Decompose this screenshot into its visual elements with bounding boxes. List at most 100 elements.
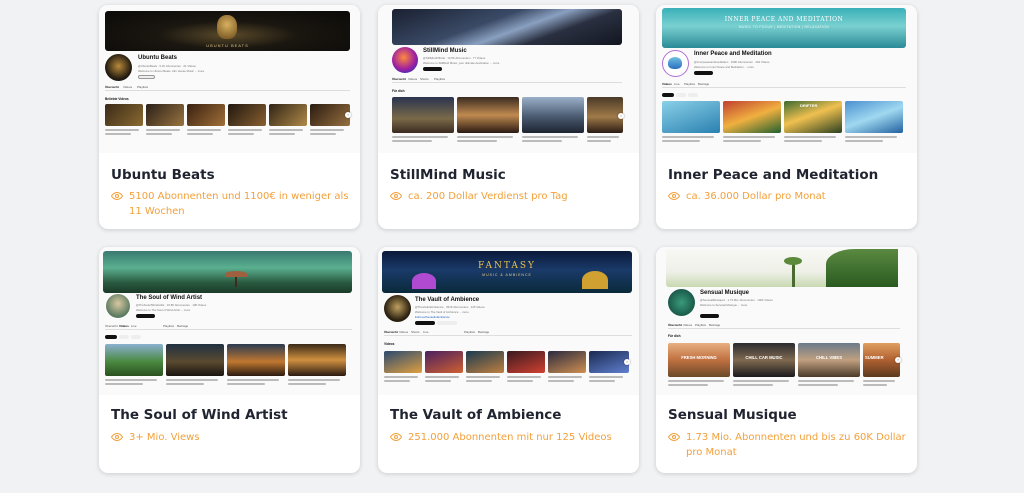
avatar[interactable] [392, 47, 418, 73]
filter-chip[interactable] [131, 335, 141, 339]
video-thumbnail[interactable] [146, 104, 184, 126]
stat-text: 1.73 Mio. Abonnenten und bis zu 60K Doll… [686, 432, 906, 458]
tab[interactable]: Videos [399, 330, 408, 334]
subscribe-button[interactable] [138, 75, 155, 79]
video-thumbnail[interactable] [105, 344, 163, 376]
tab[interactable]: Beiträge [709, 323, 720, 327]
tab[interactable]: Videos [119, 324, 129, 328]
eye-icon [390, 191, 402, 201]
chevron-right-icon[interactable]: › [345, 112, 351, 118]
tab[interactable]: Beiträge [177, 324, 188, 328]
tab[interactable]: Übersicht [105, 85, 119, 89]
tab[interactable]: Playlists [137, 85, 148, 89]
tab[interactable]: Videos [662, 82, 672, 86]
tab[interactable]: Videos [123, 85, 132, 89]
channel-card[interactable]: StillMind Music @StillMindOfficial · 10,… [378, 5, 639, 229]
subscribe-button[interactable] [423, 67, 442, 71]
tab[interactable]: Videos [683, 323, 692, 327]
tab[interactable]: Übersicht [384, 330, 398, 334]
filter-chip[interactable] [662, 93, 674, 97]
video-thumbnail[interactable] [269, 104, 307, 126]
tab[interactable]: Playlists [684, 82, 695, 86]
video-thumbnail[interactable] [723, 101, 781, 133]
filter-chip[interactable] [105, 335, 117, 339]
subscribe-button[interactable] [694, 71, 713, 75]
tab[interactable]: Playlists [434, 77, 445, 81]
tab[interactable]: Playlists [464, 330, 475, 334]
video-thumbnail[interactable]: DRIFTER [784, 101, 842, 133]
video-thumbnail[interactable] [845, 101, 903, 133]
video-thumbnail[interactable] [507, 351, 545, 373]
avatar[interactable] [105, 293, 131, 319]
video-thumbnail[interactable] [187, 104, 225, 126]
thumbnail-label: FRESH MORNING [681, 355, 717, 360]
card-title: StillMind Music [390, 167, 506, 183]
chevron-right-icon[interactable]: › [618, 113, 624, 119]
section-title: Für dich [668, 334, 681, 338]
channel-card[interactable]: Sensual Musique @SensualMusique1 · 1,73 … [656, 247, 917, 473]
filter-chip[interactable] [119, 335, 129, 339]
video-thumbnail[interactable] [392, 97, 454, 133]
subscribe-button[interactable] [700, 314, 719, 318]
video-thumbnail[interactable] [548, 351, 586, 373]
avatar[interactable] [105, 54, 132, 81]
channel-name: Inner Peace and Meditation [694, 51, 772, 57]
stat-text: ca. 36.000 Dollar pro Monat [686, 191, 826, 202]
stat-text: 5100 Abonnenten und 1100€ in weniger als… [129, 191, 349, 217]
video-thumbnail[interactable] [522, 97, 584, 133]
card-title: The Soul of Wind Artist [111, 407, 288, 423]
channel-card[interactable]: UBUNTU BEATS Ubuntu Beats @UbuntuBeats ·… [99, 5, 360, 229]
avatar[interactable] [384, 295, 411, 322]
filter-chip[interactable] [688, 93, 698, 97]
mask-image [217, 15, 237, 39]
tab[interactable]: Shorts [420, 77, 429, 81]
video-thumbnail[interactable]: FRESH MORNING [668, 343, 730, 377]
tab[interactable]: Shorts [411, 330, 420, 334]
tab[interactable]: Beiträge [478, 330, 489, 334]
tab[interactable]: Live [674, 82, 680, 86]
video-thumbnail[interactable] [228, 104, 266, 126]
subscribe-button[interactable] [415, 321, 435, 325]
video-thumbnail[interactable] [288, 344, 346, 376]
tab[interactable]: Videos [408, 77, 417, 81]
tab[interactable]: Playlists [695, 323, 706, 327]
video-thumbnail[interactable] [384, 351, 422, 373]
tab[interactable]: Playlists [163, 324, 174, 328]
tab[interactable]: Beiträge [698, 82, 709, 86]
card-title: The Vault of Ambience [390, 407, 562, 423]
channel-name: Sensual Musique [700, 290, 750, 296]
tab[interactable]: Live [131, 324, 137, 328]
chevron-right-icon[interactable]: › [895, 357, 901, 363]
tab[interactable]: Übersicht [105, 324, 118, 328]
channel-card[interactable]: FANTASY MUSIC & AMBIENCE The Vault of Am… [378, 247, 639, 473]
filter-chip[interactable] [676, 93, 686, 97]
banner-text: INNER PEACE AND MEDITATION [724, 16, 844, 23]
channel-link[interactable]: linktr.ee/thevaultofambience [415, 315, 450, 319]
video-thumbnail[interactable] [425, 351, 463, 373]
video-thumbnail[interactable]: CHILL VIBES [798, 343, 860, 377]
video-thumbnail[interactable] [105, 104, 143, 126]
join-button[interactable] [437, 321, 457, 325]
video-thumbnail[interactable] [662, 101, 720, 133]
card-title: Inner Peace and Meditation [668, 167, 879, 183]
channel-description: Welcome to The Soul of Wind Artist ... m… [136, 308, 191, 312]
video-thumbnail[interactable] [589, 351, 629, 373]
subscribe-button[interactable] [136, 314, 155, 318]
tab[interactable]: Übersicht [392, 77, 406, 81]
video-thumbnail[interactable] [466, 351, 504, 373]
avatar[interactable] [662, 50, 689, 77]
tab[interactable]: Live [423, 330, 429, 334]
video-thumbnail[interactable] [227, 344, 285, 376]
video-thumbnail[interactable]: CHILL CAR MUSIC [733, 343, 795, 377]
channel-card[interactable]: INNER PEACE AND MEDITATION MUSIC TO FOCU… [656, 5, 917, 229]
stat-text: ca. 200 Dollar Verdienst pro Tag [408, 191, 568, 202]
video-thumbnail[interactable] [310, 104, 350, 126]
channel-name: StillMind Music [423, 48, 467, 54]
avatar[interactable] [668, 289, 695, 316]
banner-text: FANTASY [478, 261, 536, 271]
video-thumbnail[interactable] [457, 97, 519, 133]
video-thumbnail[interactable] [166, 344, 224, 376]
chevron-right-icon[interactable]: › [624, 359, 630, 365]
tab[interactable]: Übersicht [668, 323, 682, 327]
channel-card[interactable]: The Soul of Wind Artist @TheSoulofWindAr… [99, 247, 360, 473]
